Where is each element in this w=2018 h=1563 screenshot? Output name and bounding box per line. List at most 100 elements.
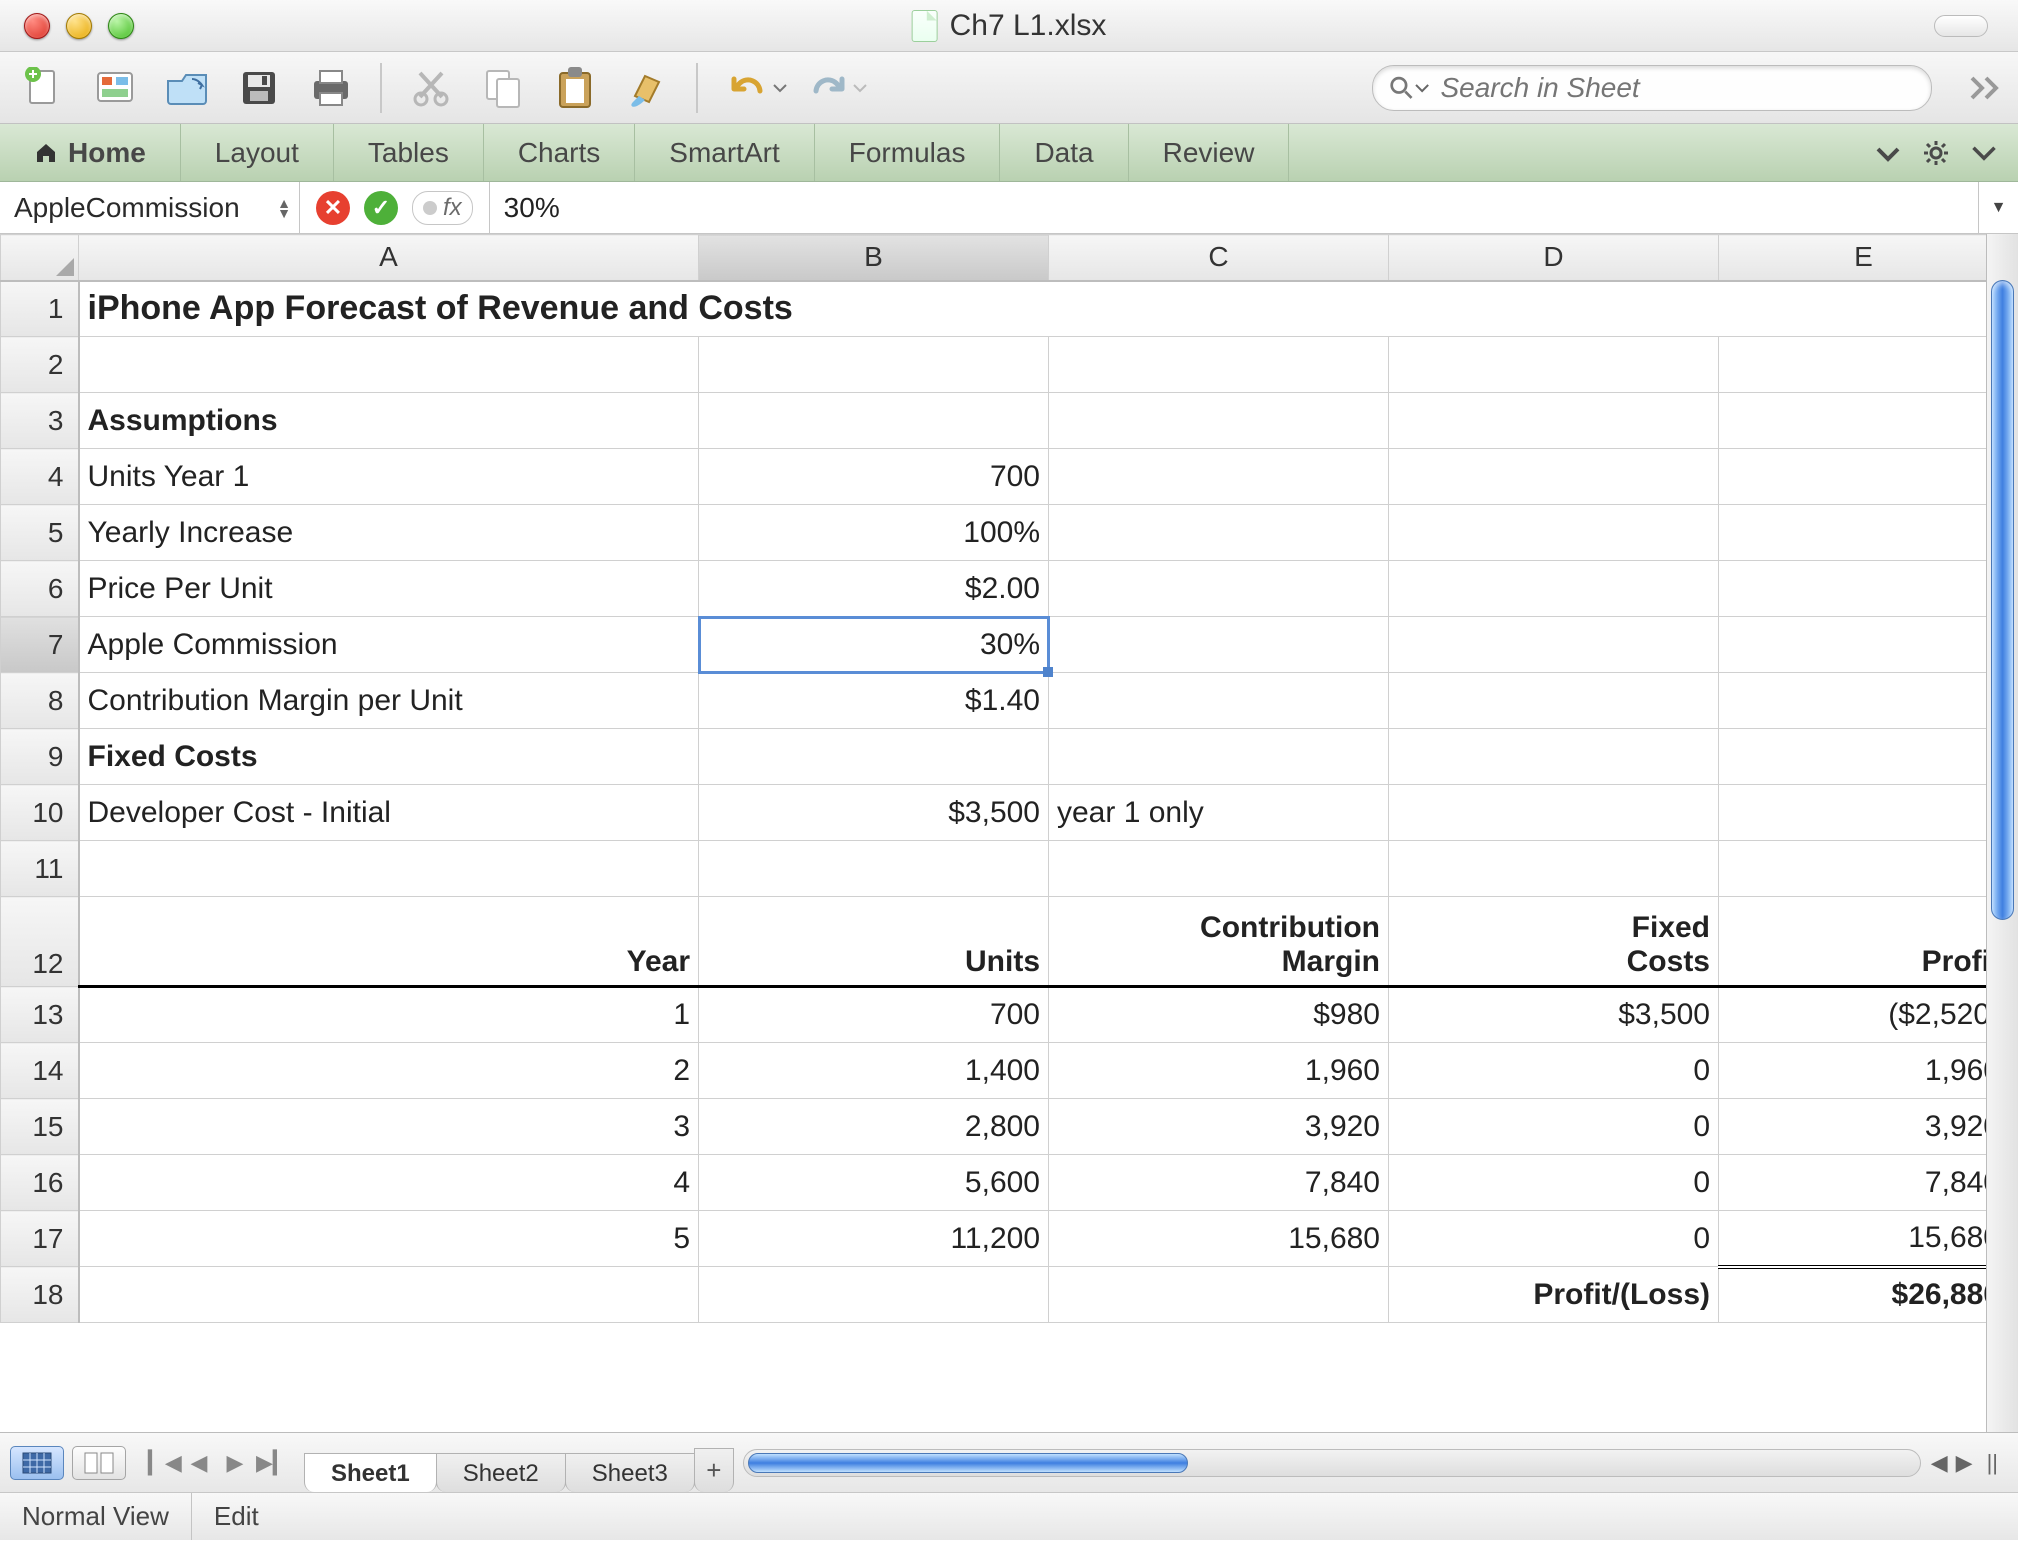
cell[interactable]: Profit/(Loss) bbox=[1389, 1267, 1719, 1323]
row-header[interactable]: 10 bbox=[1, 785, 79, 841]
cell[interactable] bbox=[1719, 617, 1987, 673]
cell[interactable]: 15,680 bbox=[1049, 1211, 1389, 1267]
column-header-E[interactable]: E bbox=[1719, 235, 1987, 281]
active-cell[interactable]: 30% bbox=[699, 617, 1049, 673]
cell[interactable]: 3,920 bbox=[1719, 1099, 1987, 1155]
cell[interactable]: Units bbox=[699, 897, 1049, 987]
sheet-tab[interactable]: Sheet1 bbox=[304, 1453, 437, 1492]
cell[interactable]: Contribution Margin per Unit bbox=[79, 673, 699, 729]
cell[interactable] bbox=[1049, 505, 1389, 561]
ribbon-tab-review[interactable]: Review bbox=[1129, 124, 1290, 181]
cell[interactable] bbox=[1719, 785, 1987, 841]
cell[interactable]: 11,200 bbox=[699, 1211, 1049, 1267]
row-header[interactable]: 5 bbox=[1, 505, 79, 561]
copy-button[interactable] bbox=[474, 62, 532, 114]
templates-button[interactable] bbox=[86, 62, 144, 114]
last-sheet-button[interactable]: ▶▎ bbox=[256, 1450, 286, 1476]
cell[interactable] bbox=[1049, 1267, 1389, 1323]
normal-view-button[interactable] bbox=[10, 1446, 64, 1480]
next-sheet-button[interactable]: ▶ bbox=[220, 1450, 250, 1476]
row-header[interactable]: 17 bbox=[1, 1211, 79, 1267]
row-header[interactable]: 15 bbox=[1, 1099, 79, 1155]
cell[interactable]: Year bbox=[79, 897, 699, 987]
ribbon-tab-formulas[interactable]: Formulas bbox=[815, 124, 1001, 181]
cell[interactable] bbox=[79, 1267, 699, 1323]
cell[interactable] bbox=[1049, 337, 1389, 393]
cell[interactable] bbox=[1049, 841, 1389, 897]
name-box[interactable]: AppleCommission ▲▼ bbox=[0, 182, 300, 233]
cell[interactable] bbox=[1719, 841, 1987, 897]
row-header[interactable]: 14 bbox=[1, 1043, 79, 1099]
print-button[interactable] bbox=[302, 62, 360, 114]
format-painter-button[interactable] bbox=[618, 62, 676, 114]
cell[interactable] bbox=[1049, 561, 1389, 617]
cell[interactable]: 2 bbox=[79, 1043, 699, 1099]
cell[interactable]: $2.00 bbox=[699, 561, 1049, 617]
search-dropdown-icon[interactable] bbox=[1414, 79, 1430, 97]
row-header[interactable]: 2 bbox=[1, 337, 79, 393]
row-header[interactable]: 13 bbox=[1, 987, 79, 1043]
cell[interactable]: 1,400 bbox=[699, 1043, 1049, 1099]
confirm-edit-button[interactable]: ✓ bbox=[364, 191, 398, 225]
prev-sheet-button[interactable]: ◀ bbox=[184, 1450, 214, 1476]
redo-button[interactable] bbox=[798, 62, 878, 114]
cell[interactable]: 700 bbox=[699, 449, 1049, 505]
sheet-tab[interactable]: Sheet3 bbox=[565, 1453, 695, 1492]
close-window-button[interactable] bbox=[24, 13, 50, 39]
cell[interactable]: Units Year 1 bbox=[79, 449, 699, 505]
cell[interactable] bbox=[1389, 785, 1719, 841]
cell[interactable] bbox=[1389, 673, 1719, 729]
sheet-tab[interactable]: Sheet2 bbox=[436, 1453, 566, 1492]
first-sheet-button[interactable]: ▎◀ bbox=[148, 1450, 178, 1476]
row-header[interactable]: 18 bbox=[1, 1267, 79, 1323]
row-header[interactable]: 12 bbox=[1, 897, 79, 987]
open-button[interactable] bbox=[158, 62, 216, 114]
cell[interactable] bbox=[1719, 393, 1987, 449]
undo-button[interactable] bbox=[718, 62, 798, 114]
cell[interactable]: ContributionMargin bbox=[1049, 897, 1389, 987]
cell[interactable]: 0 bbox=[1389, 1155, 1719, 1211]
cell[interactable]: $3,500 bbox=[699, 785, 1049, 841]
cell[interactable] bbox=[1049, 729, 1389, 785]
row-header[interactable]: 6 bbox=[1, 561, 79, 617]
cell[interactable] bbox=[1719, 337, 1987, 393]
search-field[interactable] bbox=[1372, 65, 1932, 111]
cell[interactable] bbox=[1719, 505, 1987, 561]
row-header[interactable]: 1 bbox=[1, 281, 79, 337]
select-all-corner[interactable] bbox=[1, 235, 79, 281]
column-header-A[interactable]: A bbox=[79, 235, 699, 281]
cell[interactable] bbox=[79, 841, 699, 897]
search-input[interactable] bbox=[1440, 72, 1911, 104]
scrollbar-thumb[interactable] bbox=[1991, 280, 2014, 920]
cell[interactable]: Assumptions bbox=[79, 393, 699, 449]
cell[interactable]: 0 bbox=[1389, 1043, 1719, 1099]
ribbon-tab-data[interactable]: Data bbox=[1000, 124, 1128, 181]
column-header-D[interactable]: D bbox=[1389, 235, 1719, 281]
cell[interactable] bbox=[699, 729, 1049, 785]
ribbon-tab-home[interactable]: Home bbox=[0, 124, 181, 181]
scroll-right-button[interactable]: ▶ bbox=[1956, 1450, 1973, 1476]
cell[interactable]: 1,960 bbox=[1049, 1043, 1389, 1099]
save-button[interactable] bbox=[230, 62, 288, 114]
cell[interactable] bbox=[1389, 337, 1719, 393]
column-header-B[interactable]: B bbox=[699, 235, 1049, 281]
cell[interactable] bbox=[1719, 561, 1987, 617]
row-header[interactable]: 3 bbox=[1, 393, 79, 449]
cell[interactable] bbox=[1719, 729, 1987, 785]
cell[interactable]: 0 bbox=[1389, 1099, 1719, 1155]
cell[interactable] bbox=[1049, 617, 1389, 673]
cell[interactable] bbox=[699, 1267, 1049, 1323]
cell[interactable] bbox=[1389, 841, 1719, 897]
ribbon-collapse-icon[interactable] bbox=[1874, 139, 1902, 167]
cell[interactable]: Yearly Increase bbox=[79, 505, 699, 561]
cell[interactable]: 100% bbox=[699, 505, 1049, 561]
cell[interactable]: iPhone App Forecast of Revenue and Costs bbox=[79, 281, 1987, 337]
cell[interactable]: Fixed Costs bbox=[79, 729, 699, 785]
cell[interactable] bbox=[1389, 729, 1719, 785]
cell[interactable] bbox=[1389, 449, 1719, 505]
cell[interactable] bbox=[1389, 393, 1719, 449]
cell[interactable]: 7,840 bbox=[1719, 1155, 1987, 1211]
cell[interactable]: 7,840 bbox=[1049, 1155, 1389, 1211]
vertical-scrollbar[interactable] bbox=[1986, 234, 2018, 1432]
new-document-button[interactable] bbox=[14, 62, 72, 114]
